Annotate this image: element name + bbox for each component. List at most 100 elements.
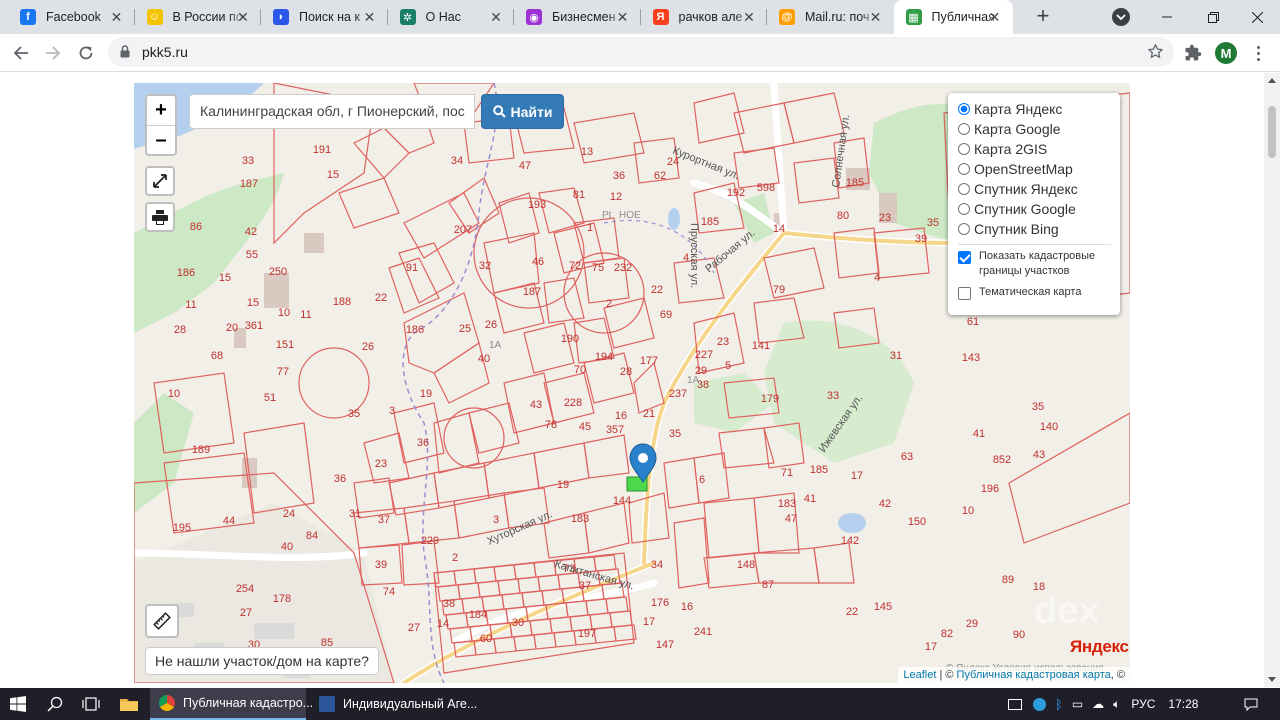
close-tab-icon[interactable]: ✕	[615, 9, 631, 25]
radio-button[interactable]	[958, 123, 970, 135]
scrollbar-thumb[interactable]	[1268, 106, 1276, 158]
radio-button[interactable]	[958, 103, 970, 115]
address-search-input[interactable]: Калининградская обл, г Пионерский, пос	[189, 94, 475, 129]
parcel-number: 25	[459, 323, 471, 335]
browser-tab[interactable]: ▦ Публичная ✕	[893, 0, 1013, 34]
taskbar-app[interactable]: Публичная кадастро...	[150, 688, 313, 720]
browser-tab[interactable]: ◗ Поиск на к ✕	[261, 0, 388, 34]
browser-tab[interactable]: Ярачков але ✕	[641, 0, 767, 34]
layer-checkbox-row[interactable]: Тематическая карта	[958, 285, 1111, 300]
close-tab-icon[interactable]: ✕	[235, 9, 251, 25]
close-tab-icon[interactable]: ✕	[109, 9, 125, 25]
browser-tab[interactable]: ◉ Бизнесмен ✕	[514, 0, 641, 34]
radio-button[interactable]	[958, 203, 970, 215]
parcel-number: 28	[174, 324, 186, 336]
radio-button[interactable]	[958, 143, 970, 155]
profile-avatar[interactable]: M	[1215, 42, 1237, 64]
browser-tab[interactable]: @ Mail.ru: поч ✕	[767, 0, 894, 34]
address-bar[interactable]: pkk5.ru	[108, 37, 1174, 67]
windows-start-icon[interactable]	[0, 688, 36, 720]
tray-window-icon[interactable]	[1008, 698, 1022, 710]
parcel-number: 47	[785, 513, 797, 525]
print-button[interactable]	[145, 202, 175, 232]
language-indicator[interactable]: РУС	[1131, 697, 1155, 711]
network-icon[interactable]: ▭	[1072, 697, 1083, 711]
forward-button[interactable]	[39, 39, 67, 67]
zoom-in-button[interactable]: +	[147, 96, 175, 125]
close-tab-icon[interactable]: ✕	[741, 9, 757, 25]
close-tab-icon[interactable]: ✕	[362, 9, 378, 25]
parcel-number: 17	[851, 470, 863, 482]
layer-checkbox-row[interactable]: Показать кадастровые границы участков	[958, 249, 1111, 279]
search-taskbar-icon[interactable]	[38, 688, 72, 720]
parcel-number: 13	[581, 146, 593, 158]
browser-tab[interactable]: ☺ В России по ✕	[135, 0, 261, 34]
tray-skype-icon[interactable]	[1033, 697, 1046, 711]
scroll-down-arrow[interactable]	[1268, 677, 1276, 682]
parcel-number: 63	[901, 451, 913, 463]
map-attribution: Leaflet | © Публичная кадастровая карта,…	[898, 667, 1130, 683]
restore-button[interactable]	[1190, 0, 1236, 34]
close-tab-icon[interactable]: ✕	[488, 9, 504, 25]
layer-option[interactable]: Карта Google	[958, 119, 1111, 139]
radio-button[interactable]	[958, 223, 970, 235]
find-button[interactable]: Найти	[481, 94, 564, 129]
close-window-button[interactable]	[1234, 0, 1280, 34]
parcel-number: 62	[654, 170, 666, 182]
ruler-button[interactable]	[145, 604, 179, 638]
layer-option[interactable]: Спутник Google	[958, 199, 1111, 219]
radio-button[interactable]	[958, 183, 970, 195]
bluetooth-icon[interactable]: ᛒ	[1055, 697, 1063, 712]
layer-option[interactable]: Карта 2GIS	[958, 139, 1111, 159]
lock-icon[interactable]	[120, 45, 130, 58]
radio-button[interactable]	[958, 163, 970, 175]
parcel-number: 196	[981, 483, 999, 495]
leaflet-link[interactable]: Leaflet	[903, 669, 936, 681]
parcel-number: 1	[587, 222, 593, 234]
chrome-menu-icon[interactable]	[1250, 43, 1266, 63]
checkbox[interactable]	[958, 287, 971, 300]
zoom-out-button[interactable]: –	[147, 125, 175, 154]
onedrive-icon[interactable]: ☁	[1092, 697, 1104, 711]
fullscreen-button[interactable]	[145, 166, 175, 196]
cadastral-map[interactable]: 357 250 228 254 227 229 598 232 14 237 15 90 77 78 79 8…	[134, 83, 1130, 683]
pkk-link[interactable]: Публичная кадастровая карта	[957, 669, 1111, 681]
volume-icon[interactable]: 🔈︎	[1113, 697, 1120, 712]
close-tab-icon[interactable]: ✕	[868, 9, 884, 25]
url-text[interactable]: pkk5.ru	[142, 44, 188, 60]
close-tab-icon[interactable]: ✕	[987, 9, 1003, 25]
find-button-label: Найти	[510, 103, 553, 120]
parcel-number: 10	[962, 505, 974, 517]
checkbox[interactable]	[958, 251, 971, 264]
back-button[interactable]	[7, 39, 35, 67]
not-found-button[interactable]: Не нашли участок/дом на карте?	[145, 647, 379, 675]
layer-option[interactable]: Карта Яндекс	[958, 99, 1111, 119]
new-tab-button[interactable]: +	[1031, 5, 1055, 29]
browser-tab[interactable]: f Facebook ✕	[8, 0, 135, 34]
task-view-icon[interactable]	[74, 688, 108, 720]
extensions-puzzle-icon[interactable]	[1184, 44, 1202, 62]
reload-button[interactable]	[72, 39, 100, 67]
notifications-icon[interactable]	[1236, 688, 1266, 720]
clock[interactable]: 17:28	[1168, 697, 1198, 711]
parcel-number: 16	[615, 410, 627, 422]
file-explorer-icon[interactable]	[112, 688, 146, 720]
parcel-number: 176	[651, 597, 669, 609]
attribution-tail: , ©	[1110, 669, 1125, 681]
scroll-up-arrow[interactable]	[1268, 78, 1276, 83]
tab-search-icon[interactable]	[1112, 8, 1130, 26]
parcel-number: 10	[168, 388, 180, 400]
taskbar-app[interactable]: Индивидуальный Аге...	[310, 688, 477, 720]
parcel-number: 197	[578, 628, 596, 640]
parcel-number: 39	[915, 233, 927, 245]
layer-option[interactable]: OpenStreetMap	[958, 159, 1111, 179]
bookmark-star-icon[interactable]	[1147, 43, 1164, 60]
page-scrollbar[interactable]	[1264, 73, 1280, 687]
layer-option[interactable]: Спутник Яндекс	[958, 179, 1111, 199]
parcel-number: 74	[383, 586, 395, 598]
minimize-button[interactable]	[1144, 0, 1190, 34]
browser-tab[interactable]: ✲ О Нас ✕	[388, 0, 514, 34]
parcel-number: 24	[283, 508, 295, 520]
layer-option[interactable]: Спутник Bing	[958, 219, 1111, 239]
pkk-icon: ▦	[905, 9, 922, 25]
